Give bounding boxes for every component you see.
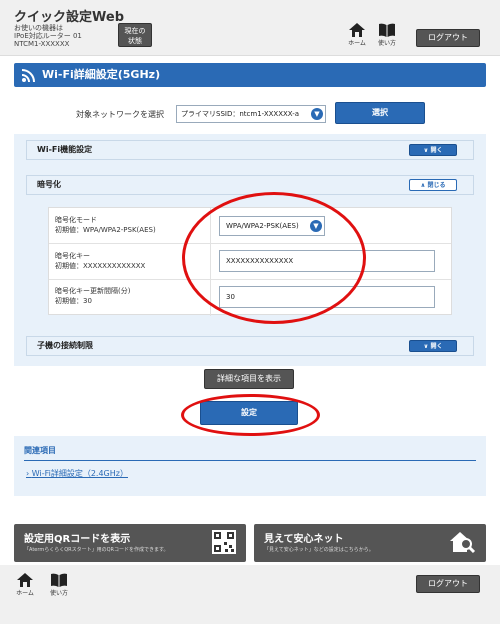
related-title: 関連項目 xyxy=(24,446,56,455)
related-divider xyxy=(24,460,476,461)
section-encryption-label: 暗号化 xyxy=(37,180,61,189)
qr-banner-title: 設定用QRコードを表示 xyxy=(24,534,131,545)
show-details-button[interactable]: 詳細な項目を表示 xyxy=(204,369,294,389)
device-line-3: NTCM1-XXXXXX xyxy=(14,40,70,48)
network-select[interactable]: プライマリSSID：ntcm1-XXXXXX-a ▼ xyxy=(176,105,326,123)
open-label: 開く xyxy=(430,147,443,154)
book-icon xyxy=(379,23,395,37)
network-select-row: 対象ネットワークを選択 プライマリSSID：ntcm1-XXXXXX-a ▼ 選… xyxy=(0,102,500,124)
related-link-label: Wi-Fi詳細設定（2.4GHz） xyxy=(31,469,128,478)
encryption-close-button[interactable]: ∧ 閉じる xyxy=(409,179,457,191)
section-child-limit-label: 子機の接続制限 xyxy=(37,341,93,350)
encryption-mode-label-group: 暗号化モード 初期値：WPA/WPA2-PSK(AES) xyxy=(55,215,205,235)
section-child-limit[interactable]: 子機の接続制限 ∨ 開く xyxy=(26,336,474,356)
qr-banner-subtitle: 「AtermらくらくQRスタート」用のQRコードを作成できます。 xyxy=(24,547,169,553)
encryption-mode-default: 初期値：WPA/WPA2-PSK(AES) xyxy=(55,226,156,234)
device-info: お使いの機器は IPoE対応ルーター 01 NTCM1-XXXXXX xyxy=(14,24,82,48)
device-line-2: IPoE対応ルーター 01 xyxy=(14,32,82,40)
related-section: 関連項目 › Wi-Fi詳細設定（2.4GHz） xyxy=(14,436,486,496)
qr-code-icon xyxy=(212,530,236,554)
qr-code-banner[interactable]: 設定用QRコードを表示 「AtermらくらくQRスタート」用のQRコードを作成で… xyxy=(14,524,246,562)
safe-banner-title: 見えて安心ネット xyxy=(264,534,344,545)
key-interval-default: 初期値：30 xyxy=(55,297,92,305)
book-icon xyxy=(51,573,67,587)
close-label: 閉じる xyxy=(427,182,446,189)
network-selected-value: プライマリSSID：ntcm1-XXXXXX-a xyxy=(181,110,300,118)
home-icon xyxy=(349,23,365,37)
app-brand: クイック設定Web xyxy=(14,10,124,25)
home-search-icon xyxy=(450,532,476,554)
annotation-ellipse xyxy=(181,394,320,436)
page-header: クイック設定Web お使いの機器は IPoE対応ルーター 01 NTCM1-XX… xyxy=(0,0,500,56)
child-limit-open-button[interactable]: ∨ 開く xyxy=(409,340,457,352)
howto-label: 使い方 xyxy=(377,40,396,47)
related-link-wifi-24[interactable]: › Wi-Fi詳細設定（2.4GHz） xyxy=(26,468,128,479)
safe-net-banner[interactable]: 見えて安心ネット 「見えて安心ネット」などの設定はこちらから。 xyxy=(254,524,486,562)
open-label: 開く xyxy=(430,343,443,350)
footer-logout-button[interactable]: ログアウト xyxy=(416,575,480,593)
logout-button[interactable]: ログアウト xyxy=(416,29,480,47)
howto-nav[interactable]: 使い方 xyxy=(374,23,400,47)
key-interval-label: 暗号化キー更新間隔(分) xyxy=(55,287,131,295)
page-title-bar: Wi-Fi詳細設定(5GHz) xyxy=(14,63,486,87)
status-line-1: 現在の xyxy=(124,27,146,35)
footer-home-nav[interactable]: ホーム xyxy=(12,573,38,597)
section-wifi-function-label: Wi-Fi機能設定 xyxy=(37,145,93,154)
encryption-mode-label: 暗号化モード xyxy=(55,216,97,224)
network-label: 対象ネットワークを選択 xyxy=(76,110,164,119)
annotation-ellipse xyxy=(182,192,366,324)
home-label: ホーム xyxy=(348,40,366,47)
key-interval-label-group: 暗号化キー更新間隔(分) 初期値：30 xyxy=(55,286,205,306)
home-icon xyxy=(17,573,33,587)
current-status-button[interactable]: 現在の 状態 xyxy=(118,23,152,47)
device-line-1: お使いの機器は xyxy=(14,24,63,32)
wifi-icon xyxy=(22,69,35,82)
chevron-down-icon: ▼ xyxy=(311,108,323,120)
select-network-button[interactable]: 選択 xyxy=(335,102,425,124)
page-footer: ホーム 使い方 ログアウト xyxy=(0,565,500,624)
footer-howto-label: 使い方 xyxy=(49,590,68,597)
footer-howto-nav[interactable]: 使い方 xyxy=(46,573,72,597)
section-wifi-function[interactable]: Wi-Fi機能設定 ∨ 開く xyxy=(26,140,474,160)
wifi-function-open-button[interactable]: ∨ 開く xyxy=(409,144,457,156)
footer-home-label: ホーム xyxy=(16,590,34,597)
status-line-2: 状態 xyxy=(128,37,142,45)
home-nav[interactable]: ホーム xyxy=(344,23,370,47)
page-title: Wi-Fi詳細設定(5GHz) xyxy=(42,68,161,81)
safe-banner-subtitle: 「見えて安心ネット」などの設定はこちらから。 xyxy=(264,547,374,553)
section-encryption[interactable]: 暗号化 ∧ 閉じる xyxy=(26,175,474,195)
